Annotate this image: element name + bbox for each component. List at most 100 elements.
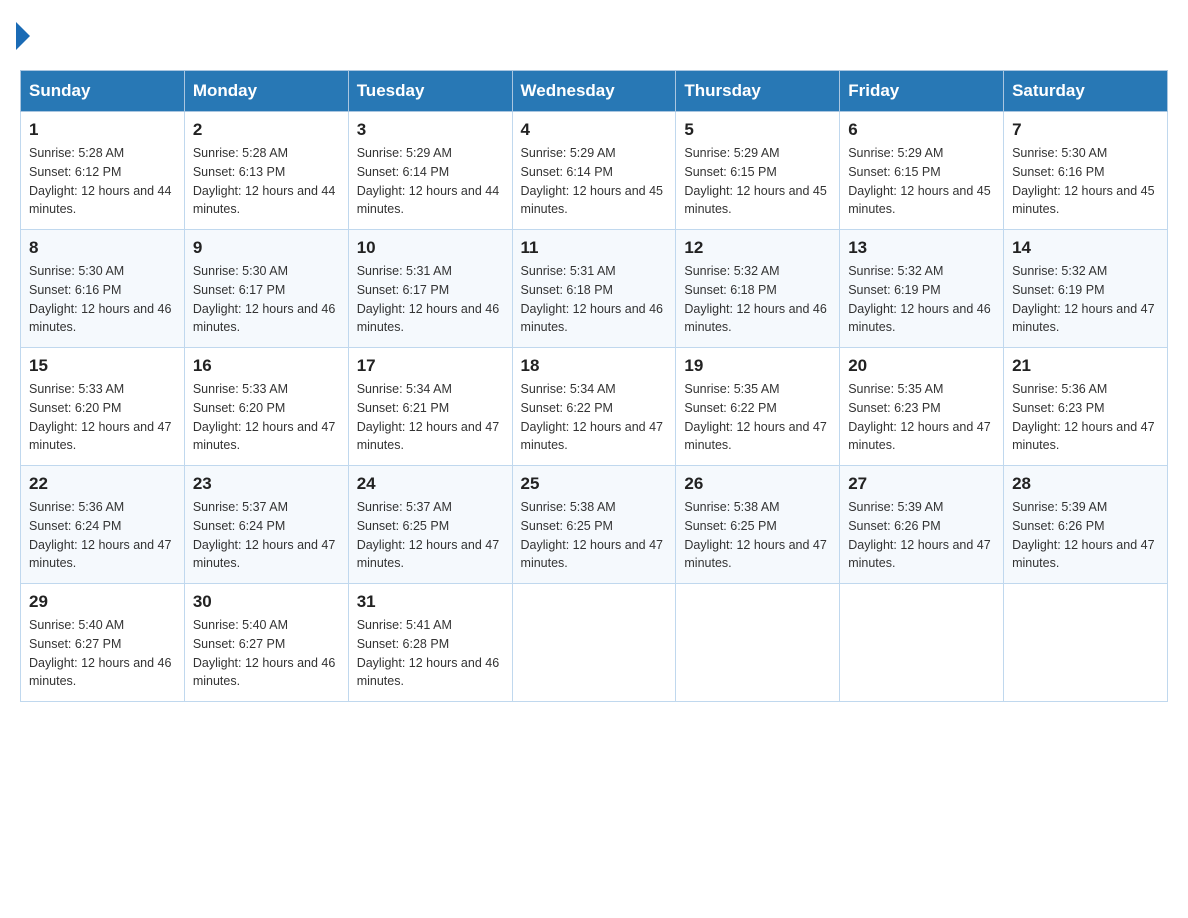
calendar-day-cell: 22 Sunrise: 5:36 AMSunset: 6:24 PMDaylig… [21, 466, 185, 584]
day-number: 1 [29, 120, 176, 140]
calendar-day-cell: 21 Sunrise: 5:36 AMSunset: 6:23 PMDaylig… [1004, 348, 1168, 466]
day-of-week-header: Thursday [676, 71, 840, 112]
calendar-week-row: 8 Sunrise: 5:30 AMSunset: 6:16 PMDayligh… [21, 230, 1168, 348]
day-number: 30 [193, 592, 340, 612]
day-info: Sunrise: 5:29 AMSunset: 6:14 PMDaylight:… [357, 146, 499, 216]
calendar-day-cell: 31 Sunrise: 5:41 AMSunset: 6:28 PMDaylig… [348, 584, 512, 702]
calendar-header-row: SundayMondayTuesdayWednesdayThursdayFrid… [21, 71, 1168, 112]
day-number: 3 [357, 120, 504, 140]
day-info: Sunrise: 5:28 AMSunset: 6:12 PMDaylight:… [29, 146, 171, 216]
day-info: Sunrise: 5:28 AMSunset: 6:13 PMDaylight:… [193, 146, 335, 216]
day-number: 11 [521, 238, 668, 258]
calendar-week-row: 22 Sunrise: 5:36 AMSunset: 6:24 PMDaylig… [21, 466, 1168, 584]
calendar-day-cell: 14 Sunrise: 5:32 AMSunset: 6:19 PMDaylig… [1004, 230, 1168, 348]
calendar-day-cell: 5 Sunrise: 5:29 AMSunset: 6:15 PMDayligh… [676, 112, 840, 230]
day-number: 28 [1012, 474, 1159, 494]
calendar-day-cell: 15 Sunrise: 5:33 AMSunset: 6:20 PMDaylig… [21, 348, 185, 466]
day-info: Sunrise: 5:32 AMSunset: 6:19 PMDaylight:… [1012, 264, 1154, 334]
calendar-day-cell [676, 584, 840, 702]
day-of-week-header: Monday [184, 71, 348, 112]
day-number: 6 [848, 120, 995, 140]
calendar-day-cell: 27 Sunrise: 5:39 AMSunset: 6:26 PMDaylig… [840, 466, 1004, 584]
day-number: 18 [521, 356, 668, 376]
day-number: 27 [848, 474, 995, 494]
day-number: 13 [848, 238, 995, 258]
day-info: Sunrise: 5:38 AMSunset: 6:25 PMDaylight:… [684, 500, 826, 570]
day-number: 17 [357, 356, 504, 376]
calendar-day-cell: 20 Sunrise: 5:35 AMSunset: 6:23 PMDaylig… [840, 348, 1004, 466]
day-info: Sunrise: 5:31 AMSunset: 6:17 PMDaylight:… [357, 264, 499, 334]
calendar-day-cell: 1 Sunrise: 5:28 AMSunset: 6:12 PMDayligh… [21, 112, 185, 230]
day-info: Sunrise: 5:40 AMSunset: 6:27 PMDaylight:… [193, 618, 335, 688]
day-info: Sunrise: 5:33 AMSunset: 6:20 PMDaylight:… [29, 382, 171, 452]
day-number: 16 [193, 356, 340, 376]
calendar-day-cell [840, 584, 1004, 702]
calendar-week-row: 29 Sunrise: 5:40 AMSunset: 6:27 PMDaylig… [21, 584, 1168, 702]
calendar-day-cell: 17 Sunrise: 5:34 AMSunset: 6:21 PMDaylig… [348, 348, 512, 466]
day-number: 10 [357, 238, 504, 258]
calendar-day-cell: 6 Sunrise: 5:29 AMSunset: 6:15 PMDayligh… [840, 112, 1004, 230]
day-of-week-header: Wednesday [512, 71, 676, 112]
calendar-day-cell [512, 584, 676, 702]
day-number: 31 [357, 592, 504, 612]
day-info: Sunrise: 5:39 AMSunset: 6:26 PMDaylight:… [1012, 500, 1154, 570]
day-number: 25 [521, 474, 668, 494]
day-info: Sunrise: 5:39 AMSunset: 6:26 PMDaylight:… [848, 500, 990, 570]
day-of-week-header: Saturday [1004, 71, 1168, 112]
page-header [20, 20, 1168, 50]
calendar-day-cell: 10 Sunrise: 5:31 AMSunset: 6:17 PMDaylig… [348, 230, 512, 348]
calendar-day-cell: 26 Sunrise: 5:38 AMSunset: 6:25 PMDaylig… [676, 466, 840, 584]
calendar-day-cell: 3 Sunrise: 5:29 AMSunset: 6:14 PMDayligh… [348, 112, 512, 230]
day-info: Sunrise: 5:35 AMSunset: 6:22 PMDaylight:… [684, 382, 826, 452]
day-info: Sunrise: 5:30 AMSunset: 6:16 PMDaylight:… [1012, 146, 1154, 216]
day-number: 9 [193, 238, 340, 258]
calendar-day-cell: 4 Sunrise: 5:29 AMSunset: 6:14 PMDayligh… [512, 112, 676, 230]
day-info: Sunrise: 5:32 AMSunset: 6:19 PMDaylight:… [848, 264, 990, 334]
day-number: 4 [521, 120, 668, 140]
day-info: Sunrise: 5:30 AMSunset: 6:16 PMDaylight:… [29, 264, 171, 334]
calendar-day-cell: 29 Sunrise: 5:40 AMSunset: 6:27 PMDaylig… [21, 584, 185, 702]
calendar-day-cell: 25 Sunrise: 5:38 AMSunset: 6:25 PMDaylig… [512, 466, 676, 584]
day-info: Sunrise: 5:34 AMSunset: 6:22 PMDaylight:… [521, 382, 663, 452]
day-number: 29 [29, 592, 176, 612]
day-info: Sunrise: 5:34 AMSunset: 6:21 PMDaylight:… [357, 382, 499, 452]
logo [20, 20, 30, 50]
calendar-day-cell: 24 Sunrise: 5:37 AMSunset: 6:25 PMDaylig… [348, 466, 512, 584]
day-info: Sunrise: 5:37 AMSunset: 6:25 PMDaylight:… [357, 500, 499, 570]
calendar-day-cell: 30 Sunrise: 5:40 AMSunset: 6:27 PMDaylig… [184, 584, 348, 702]
logo-triangle-icon [16, 22, 30, 50]
day-of-week-header: Tuesday [348, 71, 512, 112]
day-number: 26 [684, 474, 831, 494]
day-info: Sunrise: 5:29 AMSunset: 6:15 PMDaylight:… [848, 146, 990, 216]
day-number: 15 [29, 356, 176, 376]
day-number: 21 [1012, 356, 1159, 376]
day-info: Sunrise: 5:35 AMSunset: 6:23 PMDaylight:… [848, 382, 990, 452]
day-number: 22 [29, 474, 176, 494]
day-info: Sunrise: 5:32 AMSunset: 6:18 PMDaylight:… [684, 264, 826, 334]
calendar-day-cell: 12 Sunrise: 5:32 AMSunset: 6:18 PMDaylig… [676, 230, 840, 348]
day-info: Sunrise: 5:33 AMSunset: 6:20 PMDaylight:… [193, 382, 335, 452]
day-info: Sunrise: 5:30 AMSunset: 6:17 PMDaylight:… [193, 264, 335, 334]
calendar-body: 1 Sunrise: 5:28 AMSunset: 6:12 PMDayligh… [21, 112, 1168, 702]
calendar-table: SundayMondayTuesdayWednesdayThursdayFrid… [20, 70, 1168, 702]
day-number: 24 [357, 474, 504, 494]
calendar-day-cell: 2 Sunrise: 5:28 AMSunset: 6:13 PMDayligh… [184, 112, 348, 230]
calendar-day-cell: 18 Sunrise: 5:34 AMSunset: 6:22 PMDaylig… [512, 348, 676, 466]
day-info: Sunrise: 5:41 AMSunset: 6:28 PMDaylight:… [357, 618, 499, 688]
day-number: 23 [193, 474, 340, 494]
calendar-day-cell: 13 Sunrise: 5:32 AMSunset: 6:19 PMDaylig… [840, 230, 1004, 348]
day-number: 7 [1012, 120, 1159, 140]
calendar-day-cell: 16 Sunrise: 5:33 AMSunset: 6:20 PMDaylig… [184, 348, 348, 466]
calendar-day-cell: 19 Sunrise: 5:35 AMSunset: 6:22 PMDaylig… [676, 348, 840, 466]
calendar-week-row: 1 Sunrise: 5:28 AMSunset: 6:12 PMDayligh… [21, 112, 1168, 230]
calendar-day-cell: 28 Sunrise: 5:39 AMSunset: 6:26 PMDaylig… [1004, 466, 1168, 584]
day-info: Sunrise: 5:31 AMSunset: 6:18 PMDaylight:… [521, 264, 663, 334]
day-number: 2 [193, 120, 340, 140]
calendar-day-cell [1004, 584, 1168, 702]
day-info: Sunrise: 5:36 AMSunset: 6:24 PMDaylight:… [29, 500, 171, 570]
day-of-week-header: Sunday [21, 71, 185, 112]
day-info: Sunrise: 5:36 AMSunset: 6:23 PMDaylight:… [1012, 382, 1154, 452]
day-info: Sunrise: 5:29 AMSunset: 6:15 PMDaylight:… [684, 146, 826, 216]
day-number: 5 [684, 120, 831, 140]
calendar-day-cell: 8 Sunrise: 5:30 AMSunset: 6:16 PMDayligh… [21, 230, 185, 348]
